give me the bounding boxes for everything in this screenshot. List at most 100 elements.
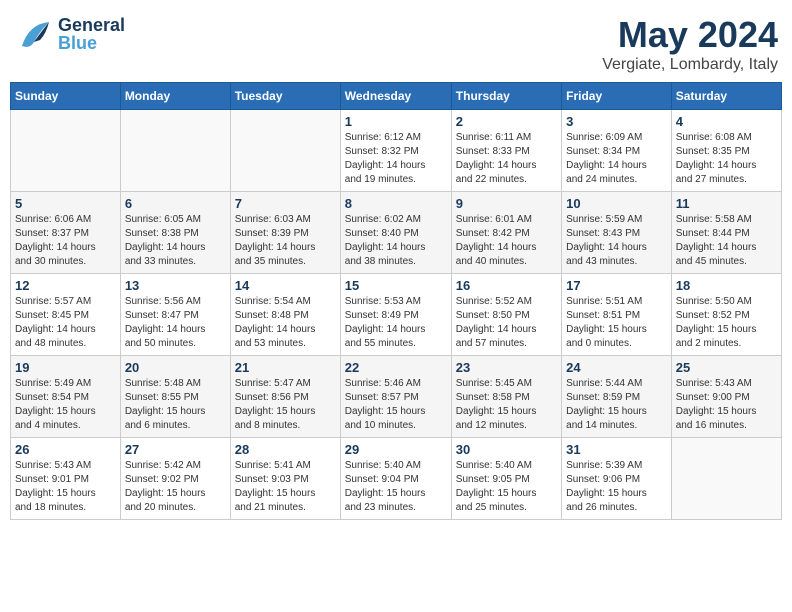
location-title: Vergiate, Lombardy, Italy [602,56,778,74]
day-info: Sunrise: 6:06 AM Sunset: 8:37 PM Dayligh… [15,213,116,269]
day-info: Sunrise: 6:02 AM Sunset: 8:40 PM Dayligh… [345,213,447,269]
day-number: 15 [345,278,447,293]
table-row: 5 Sunrise: 6:06 AM Sunset: 8:37 PM Daylig… [11,192,121,274]
table-row: 21Sunrise: 5:47 AM Sunset: 8:56 PM Dayli… [230,356,340,438]
day-info: Sunrise: 6:01 AM Sunset: 8:42 PM Dayligh… [456,213,557,269]
table-row: 31Sunrise: 5:39 AM Sunset: 9:06 PM Dayli… [562,438,672,520]
day-info: Sunrise: 6:05 AM Sunset: 8:38 PM Dayligh… [125,213,226,269]
day-info: Sunrise: 6:03 AM Sunset: 8:39 PM Dayligh… [235,213,336,269]
day-number: 4 [676,114,777,129]
day-number: 27 [125,442,226,457]
day-number: 24 [566,360,667,375]
table-row: 6 Sunrise: 6:05 AM Sunset: 8:38 PM Daylig… [120,192,230,274]
logo: General Blue [14,14,125,54]
day-number: 31 [566,442,667,457]
table-row: 28 Sunrise: 5:41 AM Sunset: 9:03 PM Dayli… [230,438,340,520]
table-row: 22 Sunrise: 5:46 AM Sunset: 8:57 PM Dayli… [340,356,451,438]
day-info: Sunrise: 5:56 AM Sunset: 8:47 PM Dayligh… [125,295,226,351]
col-monday: Monday [120,83,230,110]
day-info: Sunrise: 5:45 AM Sunset: 8:58 PM Dayligh… [456,377,557,433]
table-row: 13 Sunrise: 5:56 AM Sunset: 8:47 PM Dayli… [120,274,230,356]
table-row: 23 Sunrise: 5:45 AM Sunset: 8:58 PM Dayli… [451,356,561,438]
table-row: 25Sunrise: 5:43 AM Sunset: 9:00 PM Dayli… [671,356,781,438]
table-row: 3Sunrise: 6:09 AM Sunset: 8:34 PM Daylig… [562,110,672,192]
day-info: Sunrise: 6:09 AM Sunset: 8:34 PM Dayligh… [566,131,667,187]
table-row: 1 Sunrise: 6:12 AM Sunset: 8:32 PM Daylig… [340,110,451,192]
day-number: 23 [456,360,557,375]
day-number: 19 [15,360,116,375]
table-row: 4 Sunrise: 6:08 AM Sunset: 8:35 PM Daylig… [671,110,781,192]
day-number: 14 [235,278,336,293]
day-info: Sunrise: 5:40 AM Sunset: 9:04 PM Dayligh… [345,459,447,515]
table-row: 8 Sunrise: 6:02 AM Sunset: 8:40 PM Daylig… [340,192,451,274]
day-number: 29 [345,442,447,457]
day-info: Sunrise: 5:49 AM Sunset: 8:54 PM Dayligh… [15,377,116,433]
table-row [120,110,230,192]
day-info: Sunrise: 6:12 AM Sunset: 8:32 PM Dayligh… [345,131,447,187]
table-row: 18 Sunrise: 5:50 AM Sunset: 8:52 PM Dayli… [671,274,781,356]
day-number: 11 [676,196,777,211]
table-row [11,110,121,192]
calendar-table: Sunday Monday Tuesday Wednesday Thursday… [10,82,782,520]
day-number: 7 [235,196,336,211]
col-tuesday: Tuesday [230,83,340,110]
table-row: 17 Sunrise: 5:51 AM Sunset: 8:51 PM Dayli… [562,274,672,356]
day-number: 22 [345,360,447,375]
day-number: 30 [456,442,557,457]
table-row: 19 Sunrise: 5:49 AM Sunset: 8:54 PM Dayli… [11,356,121,438]
table-row [671,438,781,520]
day-info: Sunrise: 5:50 AM Sunset: 8:52 PM Dayligh… [676,295,777,351]
table-row: 26Sunrise: 5:43 AM Sunset: 9:01 PM Dayli… [11,438,121,520]
calendar-week-row: 12Sunrise: 5:57 AM Sunset: 8:45 PM Dayli… [11,274,782,356]
col-thursday: Thursday [451,83,561,110]
table-row [230,110,340,192]
day-info: Sunrise: 5:58 AM Sunset: 8:44 PM Dayligh… [676,213,777,269]
calendar-week-row: 5 Sunrise: 6:06 AM Sunset: 8:37 PM Daylig… [11,192,782,274]
table-row: 12Sunrise: 5:57 AM Sunset: 8:45 PM Dayli… [11,274,121,356]
col-saturday: Saturday [671,83,781,110]
day-number: 20 [125,360,226,375]
day-info: Sunrise: 5:59 AM Sunset: 8:43 PM Dayligh… [566,213,667,269]
title-area: May 2024 Vergiate, Lombardy, Italy [602,14,778,74]
day-number: 17 [566,278,667,293]
day-number: 5 [15,196,116,211]
header: General Blue May 2024 Vergiate, Lombardy… [10,10,782,74]
day-info: Sunrise: 5:42 AM Sunset: 9:02 PM Dayligh… [125,459,226,515]
day-number: 12 [15,278,116,293]
day-number: 26 [15,442,116,457]
day-number: 18 [676,278,777,293]
day-number: 9 [456,196,557,211]
day-number: 21 [235,360,336,375]
day-number: 2 [456,114,557,129]
table-row: 14 Sunrise: 5:54 AM Sunset: 8:48 PM Dayli… [230,274,340,356]
day-number: 10 [566,196,667,211]
table-row: 24 Sunrise: 5:44 AM Sunset: 8:59 PM Dayli… [562,356,672,438]
day-number: 8 [345,196,447,211]
day-info: Sunrise: 5:53 AM Sunset: 8:49 PM Dayligh… [345,295,447,351]
calendar-week-row: 26Sunrise: 5:43 AM Sunset: 9:01 PM Dayli… [11,438,782,520]
day-info: Sunrise: 5:44 AM Sunset: 8:59 PM Dayligh… [566,377,667,433]
calendar-week-row: 19 Sunrise: 5:49 AM Sunset: 8:54 PM Dayli… [11,356,782,438]
calendar-week-row: 1 Sunrise: 6:12 AM Sunset: 8:32 PM Daylig… [11,110,782,192]
day-info: Sunrise: 6:08 AM Sunset: 8:35 PM Dayligh… [676,131,777,187]
day-info: Sunrise: 5:41 AM Sunset: 9:03 PM Dayligh… [235,459,336,515]
day-number: 28 [235,442,336,457]
col-friday: Friday [562,83,672,110]
day-info: Sunrise: 5:48 AM Sunset: 8:55 PM Dayligh… [125,377,226,433]
table-row: 20 Sunrise: 5:48 AM Sunset: 8:55 PM Dayli… [120,356,230,438]
logo-icon [14,14,54,54]
day-info: Sunrise: 5:52 AM Sunset: 8:50 PM Dayligh… [456,295,557,351]
table-row: 10 Sunrise: 5:59 AM Sunset: 8:43 PM Dayli… [562,192,672,274]
table-row: 30 Sunrise: 5:40 AM Sunset: 9:05 PM Dayli… [451,438,561,520]
day-info: Sunrise: 5:51 AM Sunset: 8:51 PM Dayligh… [566,295,667,351]
table-row: 29 Sunrise: 5:40 AM Sunset: 9:04 PM Dayli… [340,438,451,520]
day-number: 6 [125,196,226,211]
day-info: Sunrise: 5:54 AM Sunset: 8:48 PM Dayligh… [235,295,336,351]
day-number: 1 [345,114,447,129]
day-info: Sunrise: 5:46 AM Sunset: 8:57 PM Dayligh… [345,377,447,433]
day-info: Sunrise: 5:40 AM Sunset: 9:05 PM Dayligh… [456,459,557,515]
day-number: 16 [456,278,557,293]
table-row: 9 Sunrise: 6:01 AM Sunset: 8:42 PM Daylig… [451,192,561,274]
day-number: 13 [125,278,226,293]
table-row: 16 Sunrise: 5:52 AM Sunset: 8:50 PM Dayli… [451,274,561,356]
